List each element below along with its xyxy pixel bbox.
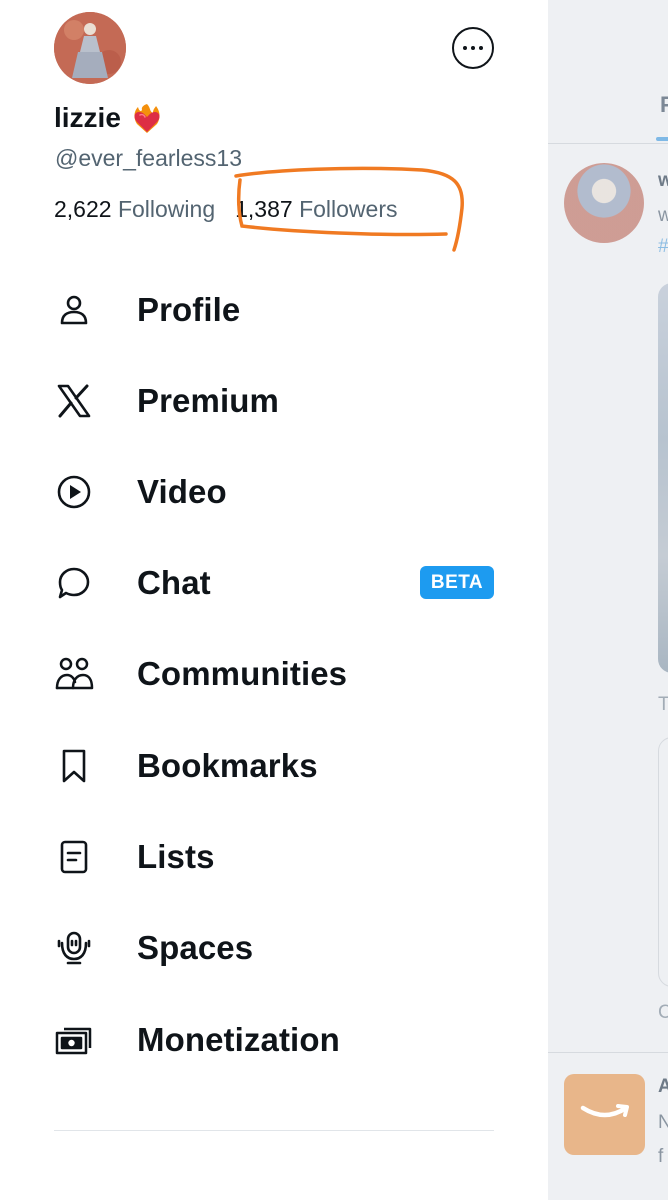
display-name: lizzie	[54, 102, 121, 133]
more-dot	[471, 46, 475, 50]
nav-item-video[interactable]: Video	[54, 462, 514, 522]
bookmark-icon	[54, 746, 94, 786]
timeline-post-action-partial: C	[658, 1002, 668, 1023]
timeline-ad-title-partial: A	[658, 1076, 668, 1097]
follow-stats: 2,622 Following 1,387 Followers	[54, 196, 397, 223]
spaces-microphone-icon	[54, 928, 94, 968]
nav-item-monetization[interactable]: Monetization	[54, 1010, 514, 1070]
display-name-row: lizzie	[54, 98, 165, 138]
following-label: Following	[117, 196, 216, 222]
person-icon	[54, 290, 94, 330]
timeline-post-avatar	[564, 163, 644, 243]
side-drawer: lizzie @ever_fearless13 2,622 Following …	[0, 0, 548, 1200]
x-logo-icon	[54, 381, 94, 421]
timeline-post-text-partial: T	[658, 694, 668, 715]
followers-label: Followers	[299, 196, 398, 222]
followers-count: 1,387	[235, 196, 293, 222]
drawer-divider	[54, 1130, 494, 1131]
beta-badge: BETA	[420, 566, 494, 599]
nav-label-bookmarks: Bookmarks	[137, 747, 318, 784]
timeline-ad-text-partial: N	[658, 1112, 668, 1133]
timeline-divider	[548, 143, 668, 144]
timeline-ad-text-partial: f	[658, 1146, 664, 1167]
avatar[interactable]	[54, 12, 126, 84]
username-handle: @ever_fearless13	[55, 145, 242, 171]
nav-label-spaces: Spaces	[137, 929, 254, 966]
amazon-logo-icon	[564, 1074, 645, 1155]
heart-on-fire-icon	[134, 104, 160, 133]
following-count: 2,622	[54, 196, 112, 222]
timeline-post-media	[658, 283, 668, 673]
more-dot	[479, 46, 483, 50]
play-circle-icon	[54, 472, 94, 512]
timeline-post-hashtag-partial: #	[658, 236, 668, 257]
nav-item-profile[interactable]: Profile	[54, 280, 514, 340]
communities-icon	[54, 654, 94, 694]
nav-label-profile: Profile	[137, 291, 241, 328]
nav-label-premium: Premium	[137, 382, 279, 419]
background-timeline: F w w # T C A N f	[548, 0, 668, 1200]
following-link[interactable]: 2,622 Following	[54, 196, 215, 223]
nav-item-chat[interactable]: Chat BETA	[54, 553, 514, 613]
nav-item-bookmarks[interactable]: Bookmarks	[54, 736, 514, 796]
money-icon	[54, 1020, 94, 1060]
nav-item-communities[interactable]: Communities	[54, 644, 514, 704]
nav-item-spaces[interactable]: Spaces	[54, 918, 514, 978]
nav-label-communities: Communities	[137, 655, 348, 692]
nav-label-monetization: Monetization	[137, 1021, 340, 1058]
timeline-post-author-partial: w	[658, 170, 668, 191]
timeline-tab-partial: F	[660, 92, 668, 117]
nav-item-premium[interactable]: Premium	[54, 371, 514, 431]
timeline-post-card	[658, 737, 668, 987]
followers-link[interactable]: 1,387 Followers	[235, 196, 397, 223]
timeline-post-text-partial: w	[658, 205, 668, 226]
nav-label-video: Video	[137, 473, 227, 510]
more-dot	[463, 46, 467, 50]
more-options-button[interactable]	[452, 27, 494, 69]
timeline-tab-indicator	[656, 137, 668, 141]
nav-label-chat: Chat	[137, 564, 211, 601]
timeline-divider	[548, 1052, 668, 1053]
nav-item-lists[interactable]: Lists	[54, 827, 514, 887]
nav-label-lists: Lists	[137, 838, 215, 875]
chat-bubble-icon	[54, 563, 94, 603]
list-icon	[54, 837, 94, 877]
